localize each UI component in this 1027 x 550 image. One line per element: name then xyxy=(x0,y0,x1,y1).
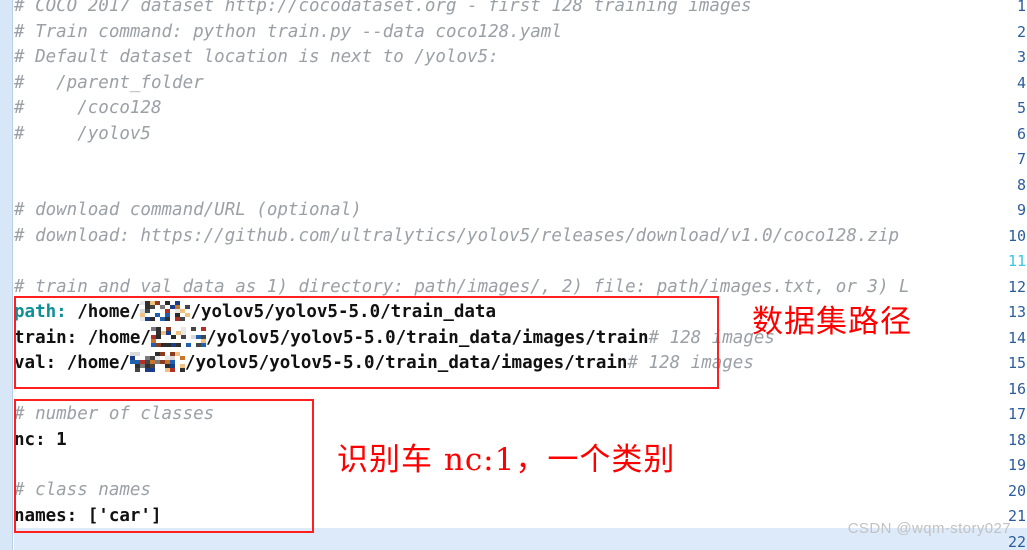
code-line-13-path: path: /home/ /yolov5/yolov5-5.0/train_dat… xyxy=(14,300,496,326)
yaml-key-train: train: xyxy=(14,327,78,348)
path-prefix: /home/ xyxy=(66,302,141,322)
annotation-label-classes: 识别车 nc:1，一个类别 xyxy=(337,442,676,478)
code-line-4: # /parent_folder xyxy=(14,72,204,93)
code-line-1: # COCO 2017 dataset http://cocodataset.o… xyxy=(14,0,752,16)
csdn-watermark: CSDN @wqm-story027 xyxy=(847,520,1011,537)
code-line-6: # /yolov5 xyxy=(14,123,151,144)
code-line-17-classes-comment: # number of classes xyxy=(14,404,215,424)
path-suffix: /yolov5/yolov5-5.0/train_data xyxy=(190,302,496,322)
val-prefix: /home/ xyxy=(56,353,130,373)
line-number-gutter xyxy=(0,0,13,550)
redacted-username-path xyxy=(140,301,191,321)
val-comment: # 128 images xyxy=(627,353,754,373)
annotation-label-dataset-path: 数据集路径 xyxy=(752,304,912,340)
code-line-18-nc: nc: 1 xyxy=(14,429,67,450)
code-line-20-names-comment: # class names xyxy=(14,480,151,500)
code-line-15-val: val: /home/ /yolov5/yolov5-5.0/train_data… xyxy=(14,351,754,377)
train-suffix: /yolov5/yolov5-5.0/train_data/images/tra… xyxy=(205,327,649,348)
code-line-14-train: train: /home/ /yolov5/yolov5-5.0/train_da… xyxy=(14,326,775,352)
train-prefix: /home/ xyxy=(77,327,151,348)
yaml-key-val: val: xyxy=(14,353,57,373)
code-line-5: # /coco128 xyxy=(14,98,162,118)
code-line-2: # Train command: python train.py --data … xyxy=(14,21,562,42)
val-suffix: /yolov5/yolov5-5.0/train_data/images/tra… xyxy=(184,353,628,373)
yaml-key-path: path: xyxy=(14,302,67,322)
code-line-21-names: names: ['car'] xyxy=(14,505,162,526)
redacted-username-train xyxy=(150,326,206,347)
code-line-9: # download command/URL (optional) xyxy=(14,200,362,220)
code-line-3: # Default dataset location is next to /y… xyxy=(14,47,499,67)
redacted-username-val xyxy=(129,352,185,372)
code-line-10: # download: https://github.com/ultralyti… xyxy=(14,225,900,246)
code-editor[interactable]: 1 2 3 4 5 6 7 8 9 10 11 12 13 14 15 16 17 18 19 20 21 22 # CO… xyxy=(0,0,1027,550)
